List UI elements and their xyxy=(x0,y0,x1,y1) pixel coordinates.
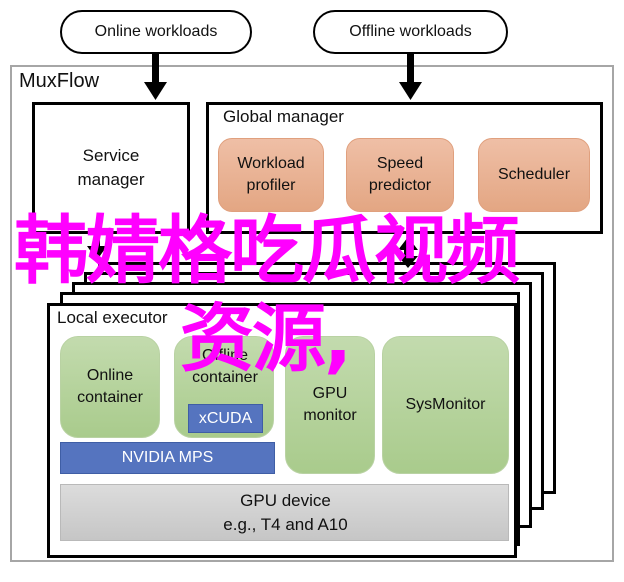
service-to-executor-arrow xyxy=(87,236,107,260)
offline-to-global-arrow xyxy=(399,54,422,100)
arrows-layer xyxy=(87,54,422,268)
global-executor-bidirectional-arrow xyxy=(398,237,418,268)
online-to-service-arrow xyxy=(144,54,167,100)
